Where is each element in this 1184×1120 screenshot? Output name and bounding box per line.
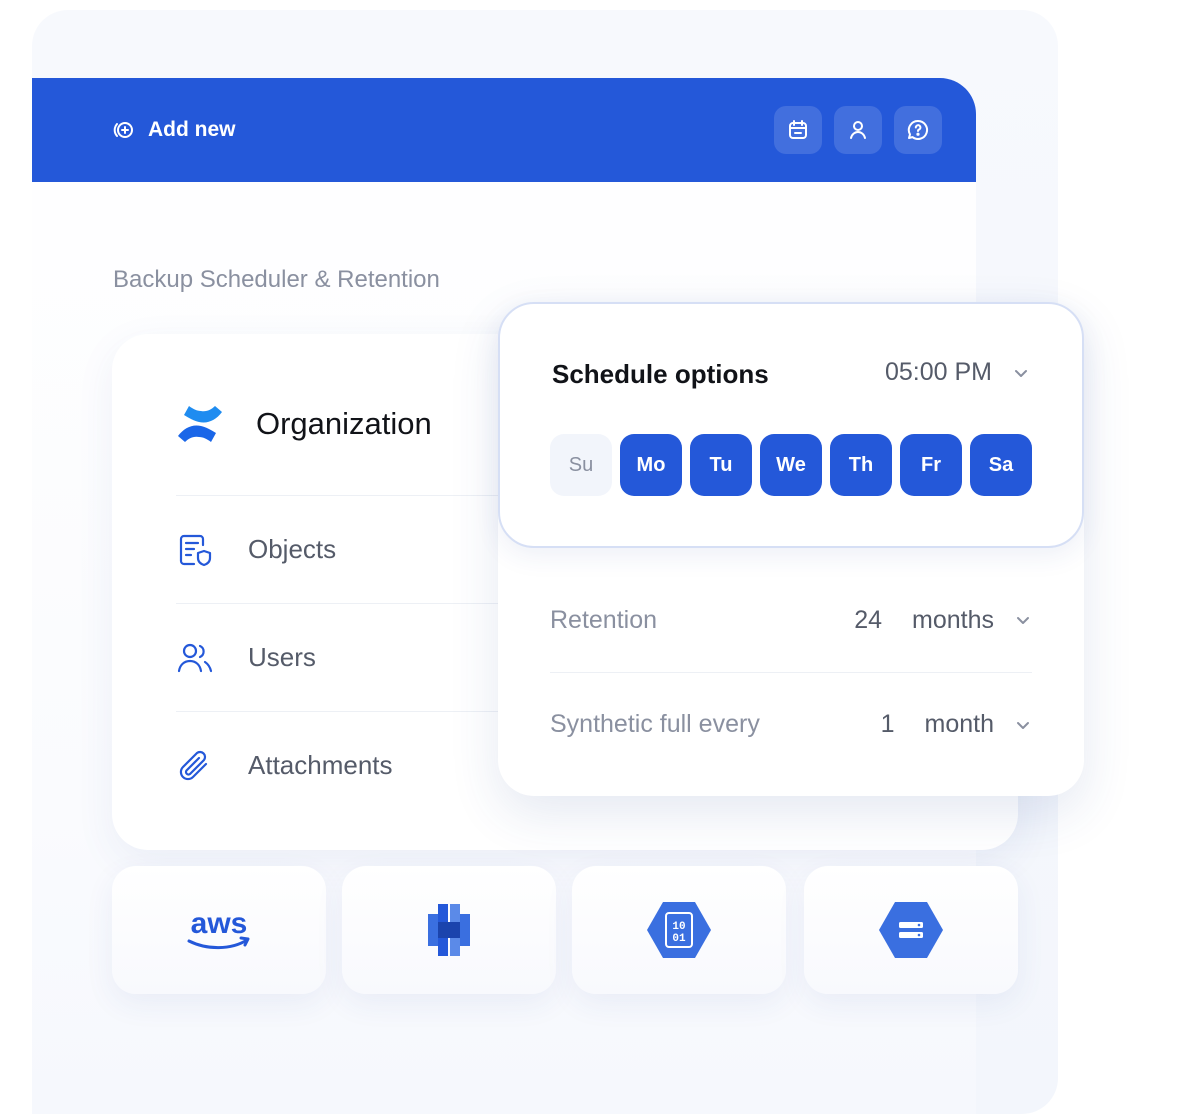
calendar-icon [789,120,807,139]
binary-storage-icon: 10 01 [647,902,711,958]
schedule-title: Schedule options [552,359,769,389]
synthetic-unit: month [924,710,994,738]
retention-row: Retention 24 months [550,568,1032,672]
synthetic-label: Synthetic full every [550,710,760,738]
schedule-options-panel: Schedule options 05:00 PM Su Mo Tu We Th… [498,302,1084,548]
calendar-button[interactable] [774,106,822,154]
retention-select[interactable]: 24 months [854,606,1032,635]
retention-unit: months [912,605,994,634]
org-item-label: Attachments [248,750,393,780]
aws-logo-icon: aws [187,907,250,950]
section-title: Backup Scheduler & Retention [113,266,440,293]
chevron-down-icon [1017,721,1029,729]
day-mo[interactable]: Mo [620,434,682,496]
day-sa[interactable]: Sa [970,434,1032,496]
users-icon [177,643,213,672]
svg-text:aws: aws [191,907,248,940]
day-fr[interactable]: Fr [900,434,962,496]
s3-bucket-icon [428,904,470,956]
cloud-storage-icon [879,902,943,958]
add-new-label: Add new [148,118,236,141]
add-circle-icon [113,122,133,138]
user-icon [850,121,866,139]
retention-label: Retention [550,605,658,634]
add-new-button[interactable]: Add new [112,116,236,144]
storage-aws[interactable]: aws [112,866,326,994]
time-select[interactable]: 05:00 PM [885,358,1030,387]
user-button[interactable] [834,106,882,154]
weekday-picker: Su Mo Tu We Th Fr Sa [550,434,1032,496]
svg-text:10: 10 [672,921,685,933]
chevron-down-icon [1017,617,1029,624]
time-value: 05:00 PM [884,358,992,386]
day-we[interactable]: We [760,434,822,496]
schedule-card: Schedule options 05:00 PM Su Mo Tu We Th… [498,302,1084,796]
confluence-logo-icon [178,406,222,442]
day-th[interactable]: Th [830,434,892,496]
storage-binary[interactable]: 10 01 [572,866,786,994]
retention-value: 24 [854,605,883,634]
synthetic-value: 1 [880,710,895,738]
synthetic-row: Synthetic full every 1 month [550,672,1032,776]
svg-text:01: 01 [672,933,686,945]
help-icon [907,119,929,140]
day-su[interactable]: Su [550,434,612,496]
organization-title: Organization [256,406,432,441]
org-item-label: Objects [248,534,337,564]
org-item-label: Users [248,642,316,672]
storage-s3[interactable] [342,866,556,994]
document-shield-icon [179,534,212,566]
synthetic-select[interactable]: 1 month [881,710,1032,739]
organization-header: Organization [176,400,432,448]
help-button[interactable] [894,106,942,154]
day-tu[interactable]: Tu [690,434,752,496]
chevron-down-icon [1015,369,1027,377]
top-bar: Add new [32,78,976,182]
storage-cloud[interactable] [804,866,1018,994]
paperclip-icon [179,750,208,780]
